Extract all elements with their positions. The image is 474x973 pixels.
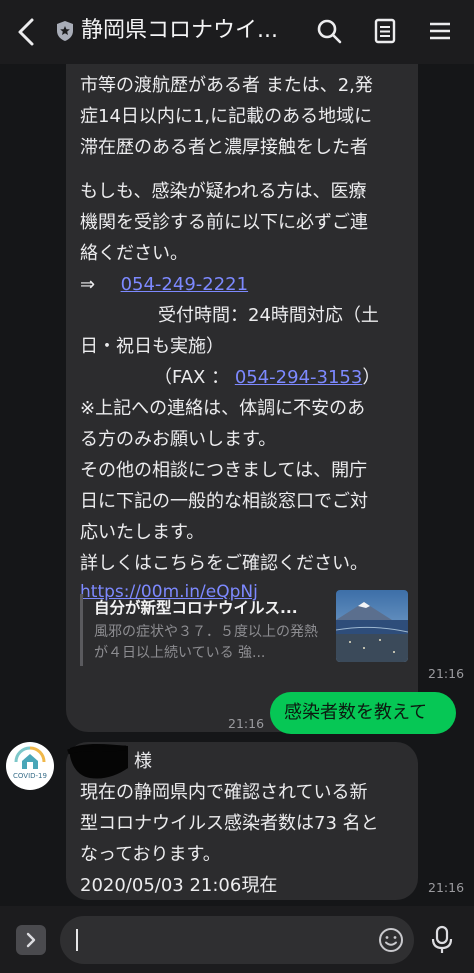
arrow-symbol: ⇒	[80, 274, 96, 295]
message-text-line: 機関を受診する前に以下に必ずご連	[80, 212, 368, 233]
message-text-line: 日・祝日も実施）	[80, 336, 224, 357]
menu-icon[interactable]	[425, 16, 455, 46]
honorific-text: 様	[134, 751, 152, 772]
emoji-icon[interactable]	[378, 927, 404, 953]
search-icon[interactable]	[314, 16, 344, 46]
phone-line: ⇒ 054-249-2221	[80, 269, 248, 300]
message-text-line: その他の相談につきましては、開庁	[80, 460, 368, 481]
message-text-line: 日に下記の一般的な相談窓口でご対	[80, 491, 368, 512]
redaction-scribble	[66, 740, 132, 782]
avatar-label: COVID-19	[13, 772, 47, 780]
composer-bar	[0, 906, 474, 973]
notes-icon[interactable]	[370, 16, 400, 46]
mic-icon[interactable]	[428, 924, 456, 956]
message-time: 21:16	[428, 666, 465, 681]
message-time: 21:16	[428, 880, 465, 895]
fax-line: （FAX ： 054-294-3153）	[154, 362, 380, 393]
preview-description: 風邪の症状や３７．５度以上の発熱が４日以上続いている 強...	[94, 624, 318, 661]
message-text-line: 2020/05/03 21:06現在	[80, 875, 278, 896]
expand-menu-button[interactable]	[16, 925, 46, 955]
message-text-line: ※上記への連絡は、体調に不安のあ	[80, 398, 366, 419]
message-text-line: もしも、感染が疑われる方は、医療	[80, 181, 367, 202]
preview-thumbnail-image	[336, 590, 408, 662]
phone-link[interactable]: 054-249-2221	[121, 274, 249, 295]
shield-verified-icon	[55, 20, 75, 42]
message-text-line: 滞在歴のある者と濃厚接触をした者	[80, 137, 368, 158]
chat-title: 静岡県コロナウイ...	[81, 18, 278, 43]
message-text-line: 詳しくはこちらをご確認ください。	[80, 553, 368, 574]
message-text-line: 症14日以内に1,に記載のある地域に	[80, 106, 373, 127]
message-text-line: 市等の渡航歴がある者 または、2,発	[80, 75, 373, 96]
message-input[interactable]	[60, 916, 414, 964]
outgoing-message-text: 感染者数を教えて	[284, 702, 428, 723]
message-time: 21:16	[228, 716, 265, 731]
link-preview-card[interactable]: 自分が新型コロナウイルス... 風邪の症状や３７．５度以上の発熱が４日以上続いて…	[80, 590, 408, 666]
message-text-line: 型コロナウイルス感染者数は73 名と	[80, 813, 379, 834]
bot-avatar[interactable]: COVID-19	[6, 742, 54, 790]
message-text-line: 現在の静岡県内で確認されている新	[80, 782, 368, 803]
back-icon[interactable]	[12, 14, 42, 50]
fax-prefix: （FAX ：	[154, 367, 230, 388]
fax-link[interactable]: 054-294-3153	[235, 367, 363, 388]
message-text-line: 絡ください。	[80, 243, 188, 264]
preview-title: 自分が新型コロナウイルス...	[94, 599, 298, 617]
message-text-line: る方のみお願いします。	[80, 429, 277, 450]
message-text-line: 応いたします。	[80, 522, 205, 543]
chat-header: 静岡県コロナウイ...	[0, 0, 474, 64]
message-list[interactable]: 市等の渡航歴がある者 または、2,発 症14日以内に1,に記載のある地域に 滞在…	[0, 64, 474, 906]
text-caret	[76, 929, 78, 951]
preview-accent-bar	[80, 594, 83, 666]
message-text-line: なっております。	[80, 844, 221, 865]
message-text-line: 受付時間：24時間対応（土	[158, 305, 379, 326]
fax-suffix: ）	[362, 367, 381, 388]
expand-icon	[26, 932, 36, 948]
